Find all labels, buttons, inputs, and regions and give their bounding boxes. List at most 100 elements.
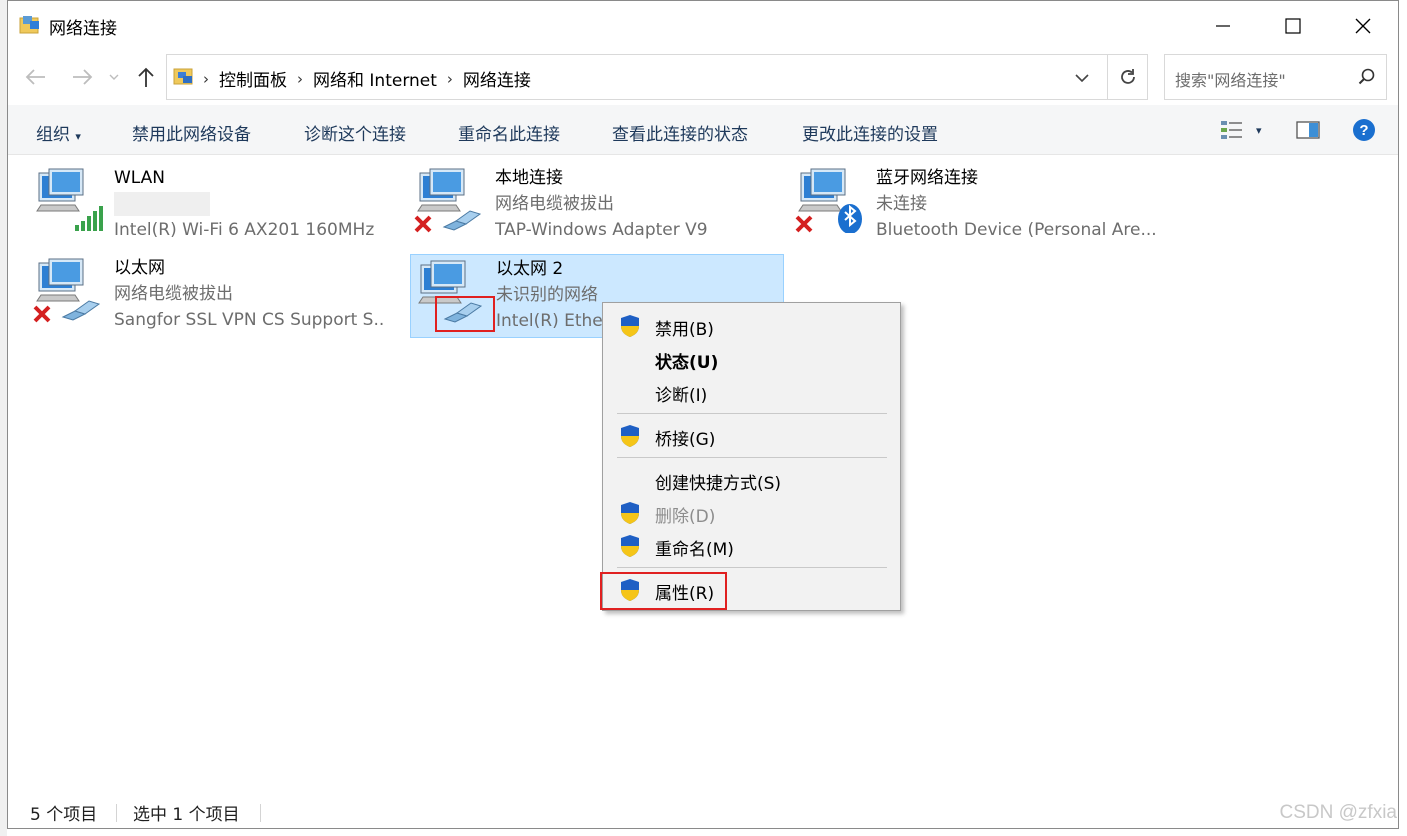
chevron-down-icon: ▾ [1256, 123, 1262, 137]
window-title: 网络连接 [49, 19, 117, 39]
breadcrumb-separator: › [297, 69, 303, 88]
uac-shield-icon [621, 502, 639, 524]
diagnose-button[interactable]: 诊断这个连接 [304, 120, 406, 145]
menu-label: 诊断(I) [655, 386, 708, 406]
connection-text: 本地连接 网络电缆被拔出 TAP-Windows Adapter V9 [495, 165, 765, 243]
menu-item-bridge[interactable]: 桥接(G) [605, 419, 898, 451]
connection-text: 蓝牙网络连接 未连接 Bluetooth Device (Personal Ar… [876, 165, 1172, 243]
menu-item-diagnose[interactable]: 诊断(I) [605, 375, 898, 407]
address-bar[interactable]: › 控制面板 › 网络和 Internet › 网络连接 [166, 54, 1148, 100]
item-count: 5 个项目 [30, 805, 98, 825]
menu-item-rename[interactable]: 重命名(M) [605, 529, 898, 561]
connection-name: 蓝牙网络连接 [876, 168, 978, 188]
connection-item-wlan[interactable]: WLAN Intel(R) Wi-Fi 6 AX201 160MHz [10, 155, 384, 240]
ethernet-disconnected-icon [33, 258, 101, 323]
uac-shield-icon [621, 315, 639, 337]
connection-name: 以太网 [114, 258, 165, 278]
minimize-icon [1216, 25, 1230, 27]
connection-status: 未连接 [876, 194, 927, 214]
menu-item-create-shortcut[interactable]: 创建快捷方式(S) [605, 463, 898, 495]
breadcrumb-separator: › [203, 69, 209, 88]
connection-status: 网络电缆被拔出 [495, 194, 614, 214]
connection-adapter: Sangfor SSL VPN CS Support S... [114, 310, 384, 330]
search-icon [1358, 68, 1375, 85]
close-button[interactable] [1328, 1, 1398, 51]
details-view-icon [1221, 121, 1242, 139]
preview-pane-button[interactable] [1296, 117, 1320, 143]
chevron-down-icon [109, 74, 119, 80]
up-button[interactable] [134, 65, 158, 89]
chevron-down-icon: ▾ [75, 130, 81, 143]
menu-separator [617, 413, 887, 414]
forward-button[interactable] [70, 65, 94, 89]
refresh-button[interactable] [1107, 55, 1148, 99]
breadcrumb-network-internet[interactable]: 网络和 Internet [313, 66, 437, 91]
connection-status: 网络电缆被拔出 [114, 284, 233, 304]
background-strip [0, 0, 7, 836]
connection-item-bluetooth[interactable]: 蓝牙网络连接 未连接 Bluetooth Device (Personal Ar… [772, 155, 1172, 240]
connection-status: 未识别的网络 [496, 285, 598, 305]
watermark: CSDN @zfxia [1279, 802, 1397, 823]
address-row: › 控制面板 › 网络和 Internet › 网络连接 搜索"网络连接" [8, 51, 1398, 105]
search-input[interactable]: 搜索"网络连接" [1164, 54, 1387, 100]
connection-adapter: Intel(R) Wi-Fi 6 AX201 160MHz [114, 220, 375, 240]
menu-item-disable[interactable]: 禁用(B) [605, 309, 898, 341]
connection-adapter: Bluetooth Device (Personal Are... [876, 220, 1157, 240]
minimize-button[interactable] [1188, 1, 1258, 51]
organize-label: 组织 [36, 125, 70, 145]
help-icon: ? [1353, 119, 1375, 141]
menu-item-delete: 删除(D) [605, 496, 898, 528]
address-history-button[interactable] [1067, 67, 1097, 89]
network-folder-icon [19, 16, 39, 34]
highlight-box-adapter-icon [435, 296, 495, 332]
menu-separator [617, 457, 887, 458]
organize-menu[interactable]: 组织 ▾ [36, 120, 81, 145]
connection-text: 以太网 网络电缆被拔出 Sangfor SSL VPN CS Support S… [114, 255, 384, 333]
title-bar: 网络连接 [8, 1, 1398, 51]
connection-item-local[interactable]: 本地连接 网络电缆被拔出 TAP-Windows Adapter V9 [391, 155, 765, 240]
connection-text: WLAN Intel(R) Wi-Fi 6 AX201 160MHz [114, 165, 384, 243]
help-button[interactable]: ? [1352, 117, 1376, 143]
arrow-up-icon [138, 67, 154, 87]
view-options-button[interactable]: ▾ [1220, 117, 1262, 143]
breadcrumb-control-panel[interactable]: 控制面板 [219, 66, 287, 91]
view-status-button[interactable]: 查看此连接的状态 [612, 120, 748, 145]
arrow-right-icon [73, 69, 93, 85]
context-menu: 禁用(B) 状态(U) 诊断(I) 桥接(G) 创建快捷方式(S) 删除(D) … [602, 302, 901, 611]
status-divider [260, 804, 261, 822]
connection-adapter: TAP-Windows Adapter V9 [495, 220, 708, 240]
connection-status [114, 191, 384, 217]
ethernet-disconnected-icon [414, 168, 482, 233]
disable-device-button[interactable]: 禁用此网络设备 [132, 120, 251, 145]
breadcrumb-network-connections[interactable]: 网络连接 [463, 66, 531, 91]
menu-label: 状态(U) [655, 353, 719, 373]
connection-text: 以太网 2 未识别的网络 Intel(R) Ethe [496, 256, 606, 334]
menu-label: 重命名(M) [655, 540, 734, 560]
highlight-box-properties [600, 572, 727, 610]
back-button[interactable] [24, 65, 48, 89]
arrow-left-icon [25, 69, 45, 85]
connection-adapter: Intel(R) Ethe [496, 311, 603, 331]
breadcrumb-separator: › [446, 69, 453, 88]
preview-pane-icon [1296, 121, 1320, 139]
connection-name: WLAN [114, 168, 166, 188]
connection-name: 以太网 2 [496, 259, 564, 279]
uac-shield-icon [621, 535, 639, 557]
change-settings-button[interactable]: 更改此连接的设置 [802, 120, 938, 145]
control-panel-icon [173, 68, 193, 85]
breadcrumb: › 控制面板 › 网络和 Internet › 网络连接 [203, 66, 531, 92]
maximize-icon [1285, 18, 1301, 34]
menu-item-status[interactable]: 状态(U) [605, 342, 898, 374]
menu-label: 桥接(G) [655, 430, 716, 450]
selected-count: 选中 1 个项目 [133, 805, 240, 825]
connection-name: 本地连接 [495, 168, 563, 188]
connection-item-ethernet[interactable]: 以太网 网络电缆被拔出 Sangfor SSL VPN CS Support S… [10, 245, 384, 330]
rename-button[interactable]: 重命名此连接 [458, 120, 560, 145]
maximize-button[interactable] [1258, 1, 1328, 51]
recent-locations-button[interactable] [106, 65, 122, 89]
menu-separator [617, 567, 887, 568]
search-placeholder: 搜索"网络连接" [1175, 71, 1286, 90]
chevron-down-icon [1075, 74, 1089, 82]
uac-shield-icon [621, 425, 639, 447]
menu-label: 删除(D) [655, 507, 716, 527]
